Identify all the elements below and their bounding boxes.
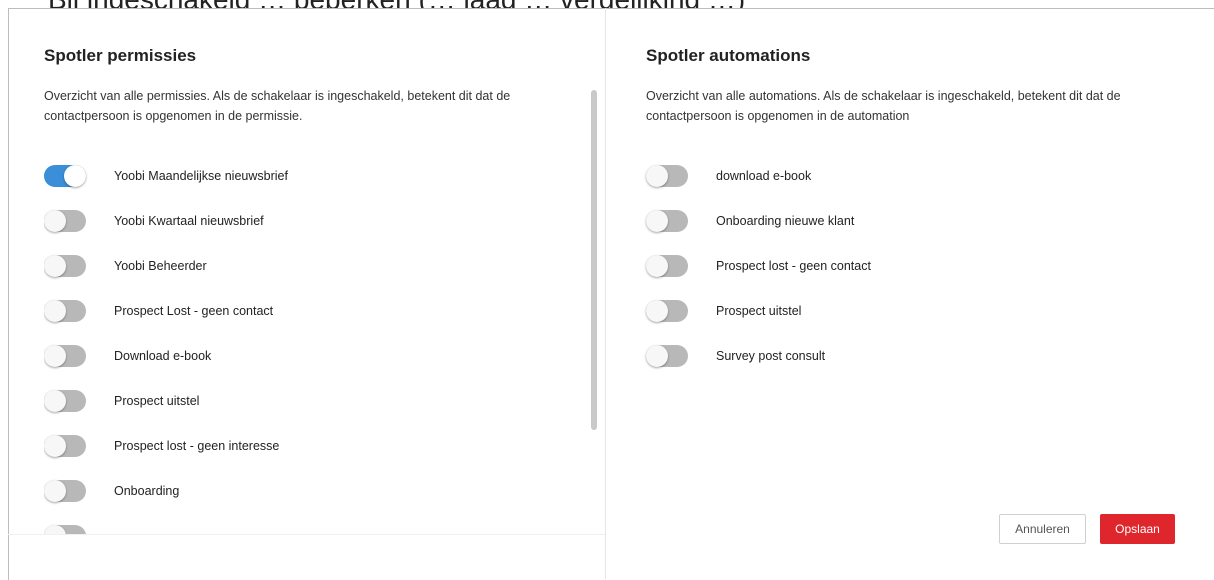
permission-toggle[interactable]	[44, 345, 86, 367]
toggle-knob	[44, 300, 66, 322]
automation-toggle[interactable]	[646, 255, 688, 277]
toggle-knob	[44, 210, 66, 232]
toggle-knob	[646, 210, 668, 232]
column-divider	[605, 8, 606, 579]
automation-label: download e-book	[716, 169, 812, 183]
toggle-knob	[44, 435, 66, 457]
permission-toggle[interactable]	[44, 480, 86, 502]
automation-toggle[interactable]	[646, 300, 688, 322]
automation-row[interactable]: Survey post consult	[646, 344, 825, 368]
permissions-list: Yoobi Maandelijkse nieuwsbrief Yoobi Kwa…	[44, 160, 584, 534]
cancel-button[interactable]: Annuleren	[999, 514, 1086, 544]
list-bottom-border	[8, 534, 605, 535]
toggle-knob	[44, 525, 66, 534]
permission-toggle[interactable]	[44, 210, 86, 232]
permission-label: Download e-book	[114, 349, 212, 363]
automation-toggle[interactable]	[646, 345, 688, 367]
automation-toggle[interactable]	[646, 210, 688, 232]
permission-label: Yoobi Maandelijkse nieuwsbrief	[114, 169, 288, 183]
toggle-knob	[646, 255, 668, 277]
permission-label: Prospect Lost - geen contact	[114, 304, 274, 318]
automation-label: Onboarding nieuwe klant	[716, 214, 855, 228]
permission-row[interactable]: Prospect lost - geen interesse	[44, 434, 279, 458]
permission-label: Onboarding	[114, 484, 180, 498]
permission-toggle[interactable]	[44, 435, 86, 457]
permission-row[interactable]: Yoobi Kwartaal nieuwsbrief	[44, 209, 264, 233]
automations-description: Overzicht van alle automations. Als de s…	[646, 89, 1121, 123]
toggle-knob	[44, 480, 66, 502]
automation-row[interactable]: download e-book	[646, 164, 811, 188]
toggle-knob	[646, 345, 668, 367]
permission-label: Yoobi Beheerder	[114, 259, 207, 273]
permission-row[interactable]: Onboarding	[44, 479, 179, 503]
permissions-title: Spotler permissies	[44, 46, 197, 65]
automations-title: Spotler automations	[646, 46, 811, 65]
permission-toggle[interactable]	[44, 525, 86, 534]
permission-row[interactable]: Prospect Lost - geen contact	[44, 299, 273, 323]
toggle-knob	[64, 165, 86, 187]
automation-label: Survey post consult	[716, 349, 826, 363]
permission-label: Yoobi Kwartaal nieuwsbrief	[114, 214, 264, 228]
toggle-knob	[44, 390, 66, 412]
permission-row[interactable]: Prospect uitstel	[44, 389, 199, 413]
toggle-knob	[646, 165, 668, 187]
permission-label: Prospect lost - geen interesse	[114, 439, 280, 453]
permission-toggle[interactable]	[44, 165, 86, 187]
permission-label: Prospect uitstel	[114, 394, 200, 408]
toggle-knob	[646, 300, 668, 322]
permission-row[interactable]: Yoobi Beheerder	[44, 254, 207, 278]
automation-label: Prospect lost - geen contact	[716, 259, 871, 273]
automations-section: Spotler automations Overzicht van alle a…	[646, 0, 1186, 560]
automation-label: Prospect uitstel	[716, 304, 802, 318]
permission-toggle[interactable]	[44, 390, 86, 412]
toggle-knob	[44, 255, 66, 277]
permission-row[interactable]: Download e-book	[44, 344, 211, 368]
toggle-knob	[44, 345, 66, 367]
permission-toggle[interactable]	[44, 255, 86, 277]
automation-row[interactable]: Prospect lost - geen contact	[646, 254, 871, 278]
permission-toggle[interactable]	[44, 300, 86, 322]
automation-row[interactable]: Onboarding nieuwe klant	[646, 209, 854, 233]
save-button[interactable]: Opslaan	[1100, 514, 1175, 544]
permission-row[interactable]: Yoobi Maandelijkse nieuwsbrief	[44, 164, 288, 188]
permission-row[interactable]	[44, 524, 86, 534]
automation-row[interactable]: Prospect uitstel	[646, 299, 801, 323]
automation-toggle[interactable]	[646, 165, 688, 187]
scrollbar-thumb[interactable]	[591, 90, 597, 430]
permissions-description: Overzicht van alle permissies. Als de sc…	[44, 89, 511, 123]
